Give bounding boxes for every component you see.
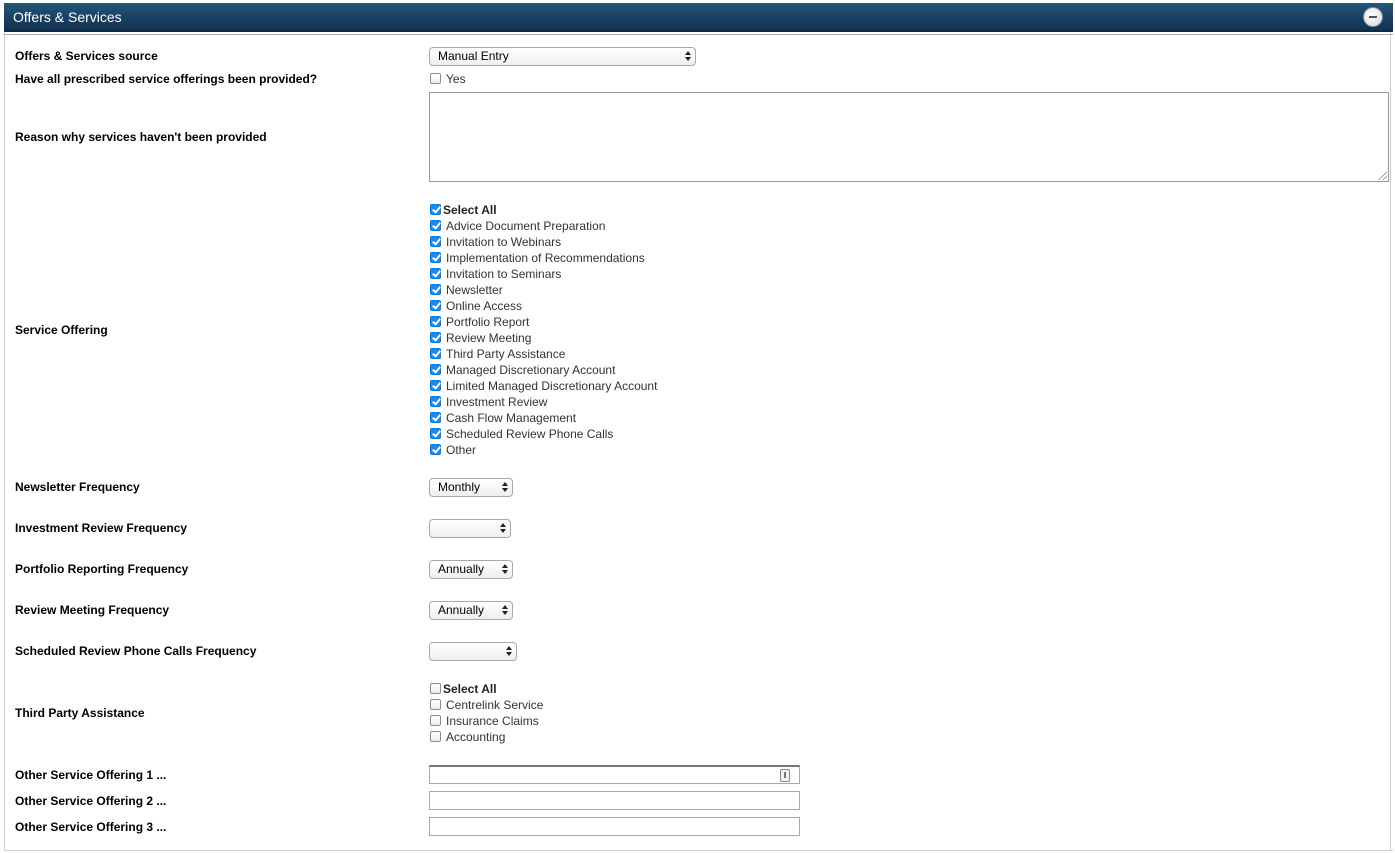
third-party-option-label: Accounting [446,730,506,744]
service-offering-option-checkbox[interactable] [430,316,441,327]
service-offering-option-label: Managed Discretionary Account [446,363,616,377]
portfolio-reporting-frequency-value: Annually [438,562,485,576]
third-party-select-all-label: Select All [443,682,497,696]
third-party-option-label: Insurance Claims [446,714,539,728]
collapse-button[interactable] [1363,7,1383,27]
service-offering-option-label: Other [446,443,477,457]
service-offering-option-checkbox[interactable] [430,220,441,231]
service-offering-option-checkbox[interactable] [430,428,441,439]
portfolio-reporting-frequency-label: Portfolio Reporting Frequency [15,562,189,576]
investment-review-frequency-label: Investment Review Frequency [15,521,188,535]
reason-textarea[interactable] [429,92,1389,182]
service-offering-option-checkbox[interactable] [430,252,441,263]
other-service-3-label: Other Service Offering 3 ... [15,820,167,834]
updown-arrows-icon [500,522,507,535]
other-service-2-label: Other Service Offering 2 ... [15,794,167,808]
other-service-2-input[interactable] [429,791,800,810]
service-offering-option-label: Limited Managed Discretionary Account [446,379,658,393]
newsletter-frequency-label: Newsletter Frequency [15,480,140,494]
updown-arrows-icon [685,50,692,63]
third-party-option-label: Centrelink Service [446,698,544,712]
source-label: Offers & Services source [15,49,158,63]
review-meeting-frequency-value: Annually [438,603,485,617]
service-offering-option-label: Invitation to Seminars [446,267,562,281]
source-select[interactable]: Manual Entry [429,47,696,66]
resize-handle-icon[interactable] [1379,172,1387,180]
newsletter-frequency-select[interactable]: Monthly [429,478,513,497]
service-select-all-checkbox[interactable] [430,204,441,215]
phone-calls-frequency-label: Scheduled Review Phone Calls Frequency [15,644,257,658]
service-offering-option-label: Cash Flow Management [446,411,577,425]
service-offering-option-checkbox[interactable] [430,444,441,455]
service-offering-option-checkbox[interactable] [430,284,441,295]
contact-card-icon[interactable] [780,769,790,782]
source-select-value: Manual Entry [438,49,509,63]
updown-arrows-icon [502,604,509,617]
third-party-select-all-checkbox[interactable] [430,683,441,694]
service-offering-option-checkbox[interactable] [430,332,441,343]
portfolio-reporting-frequency-select[interactable]: Annually [429,560,513,579]
service-offering-option-checkbox[interactable] [430,236,441,247]
other-service-1-label: Other Service Offering 1 ... [15,768,167,782]
provided-yes-checkbox[interactable] [430,73,441,84]
service-offering-option-checkbox[interactable] [430,380,441,391]
third-party-label: Third Party Assistance [15,706,145,720]
service-offering-option-label: Newsletter [446,283,503,297]
service-offering-option-label: Scheduled Review Phone Calls [446,427,614,441]
updown-arrows-icon [502,481,509,494]
service-offering-option-checkbox[interactable] [430,412,441,423]
panel-title: Offers & Services [13,9,122,25]
reason-label: Reason why services haven't been provide… [15,130,267,144]
offers-services-panel: Offers & Services Offers & Services sour… [4,3,1393,851]
third-party-option-checkbox[interactable] [430,715,441,726]
other-service-1-input[interactable] [429,765,800,784]
phone-calls-frequency-select[interactable] [429,642,517,661]
service-offering-option-label: Third Party Assistance [446,347,566,361]
review-meeting-frequency-label: Review Meeting Frequency [15,603,170,617]
third-party-option-checkbox[interactable] [430,699,441,710]
service-offering-label: Service Offering [15,323,108,337]
review-meeting-frequency-select[interactable]: Annually [429,601,513,620]
other-service-3-input[interactable] [429,817,800,836]
service-offering-option-label: Review Meeting [446,331,532,345]
panel-bottom-border [4,850,1393,851]
service-offering-option-checkbox[interactable] [430,268,441,279]
investment-review-frequency-select[interactable] [429,519,511,538]
updown-arrows-icon [506,645,513,658]
provided-label: Have all prescribed service offerings be… [15,72,318,86]
service-offering-option-checkbox[interactable] [430,364,441,375]
updown-arrows-icon [502,563,509,576]
service-offering-option-checkbox[interactable] [430,396,441,407]
service-offering-option-label: Implementation of Recommendations [446,251,645,265]
provided-yes-label: Yes [446,72,466,86]
service-offering-option-checkbox[interactable] [430,300,441,311]
service-offering-option-label: Invitation to Webinars [446,235,562,249]
panel-header: Offers & Services [4,3,1393,32]
service-select-all-label: Select All [443,203,497,217]
service-offering-option-label: Advice Document Preparation [446,219,606,233]
third-party-option-checkbox[interactable] [430,731,441,742]
service-offering-option-checkbox[interactable] [430,348,441,359]
newsletter-frequency-value: Monthly [438,480,481,494]
header-divider [4,34,1393,35]
service-offering-option-label: Portfolio Report [446,315,530,329]
service-offering-option-label: Online Access [446,299,523,313]
service-offering-option-label: Investment Review [446,395,548,409]
minus-circle-icon [1369,16,1377,18]
